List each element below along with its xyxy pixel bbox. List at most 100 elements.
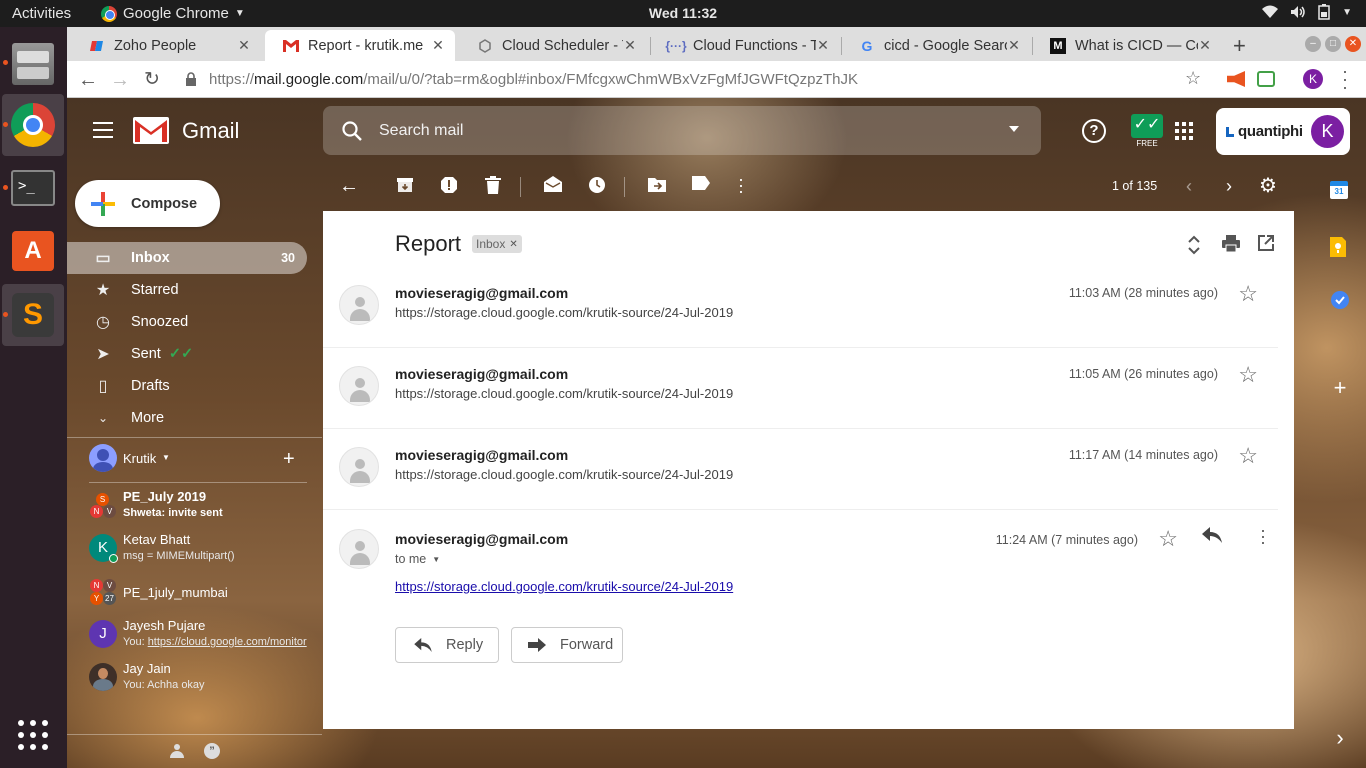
reply-button[interactable]: Reply xyxy=(395,627,499,663)
nav-drafts[interactable]: ▯ Drafts xyxy=(67,370,307,402)
close-icon[interactable]: ✕ xyxy=(431,37,445,54)
message-link[interactable]: https://cloud.google.com/monitor xyxy=(148,636,307,648)
search-bar[interactable] xyxy=(323,106,1041,155)
tasks-icon[interactable] xyxy=(1330,290,1350,310)
search-input[interactable] xyxy=(379,121,979,140)
star-icon[interactable]: ☆ xyxy=(1238,443,1258,469)
account-avatar[interactable]: K xyxy=(1311,115,1344,148)
search-options-icon[interactable] xyxy=(1009,126,1019,132)
calendar-icon[interactable]: 31 xyxy=(1330,181,1350,201)
extension-inbox-icon[interactable] xyxy=(1257,71,1275,87)
archive-icon[interactable] xyxy=(395,176,415,196)
close-icon[interactable]: ✕ xyxy=(1198,37,1212,54)
close-window-button[interactable]: ✕ xyxy=(1345,36,1361,52)
sublime-launcher[interactable]: S xyxy=(2,284,64,346)
nav-inbox[interactable]: ▭ Inbox 30 xyxy=(67,242,307,274)
close-icon[interactable]: ✕ xyxy=(237,37,251,54)
hangouts-quote-icon[interactable]: ” xyxy=(204,743,220,759)
older-chevron-icon[interactable]: › xyxy=(1219,176,1239,196)
message-more-icon[interactable]: · · · xyxy=(1260,521,1266,551)
expand-panel-chevron-icon[interactable]: › xyxy=(1330,727,1350,749)
tab-report[interactable]: Report - krutik.me ✕ xyxy=(265,30,455,61)
forward-arrow-icon[interactable]: → xyxy=(107,67,133,93)
hangout-pe-1july-mumbai[interactable]: N V Y 27 PE_1july_mumbai xyxy=(89,577,309,611)
keep-icon[interactable] xyxy=(1330,237,1350,257)
trash-icon[interactable] xyxy=(483,176,503,196)
snooze-clock-icon[interactable] xyxy=(587,176,607,196)
forward-button[interactable]: Forward xyxy=(511,627,623,663)
software-center-launcher[interactable]: A xyxy=(2,220,64,282)
main-menu-icon[interactable] xyxy=(93,122,113,143)
maximize-button[interactable]: □ xyxy=(1325,36,1341,52)
files-launcher[interactable] xyxy=(2,33,64,95)
address-bar[interactable]: https://mail.google.com/mail/u/0/?tab=rm… xyxy=(185,65,1185,93)
expand-all-icon[interactable] xyxy=(1187,235,1207,255)
message-row-collapsed[interactable]: movieseragig@gmail.com https://storage.c… xyxy=(323,267,1278,348)
reply-arrow-icon[interactable] xyxy=(1202,527,1222,548)
inbox-label-chip[interactable]: Inbox ✕ xyxy=(472,235,522,253)
sender-email[interactable]: movieseragig@gmail.com xyxy=(395,531,568,547)
free-extension-icon[interactable]: ✓✓ FREE xyxy=(1131,114,1163,148)
newer-chevron-icon[interactable]: ‹ xyxy=(1179,176,1199,196)
close-icon[interactable]: ✕ xyxy=(623,37,637,54)
chrome-launcher[interactable] xyxy=(2,94,64,156)
star-icon[interactable]: ☆ xyxy=(1238,362,1258,388)
inbox-icon: ▭ xyxy=(95,250,111,267)
hangout-jayesh-pujare[interactable]: J Jayesh Pujare You: https://cloud.googl… xyxy=(89,618,309,654)
message-row-collapsed[interactable]: movieseragig@gmail.com https://storage.c… xyxy=(323,429,1278,510)
remove-label-icon[interactable]: ✕ xyxy=(509,239,517,250)
hangout-pe-july[interactable]: S N V PE_July 2019 Shweta: invite sent xyxy=(89,489,309,525)
report-spam-icon[interactable] xyxy=(439,176,459,196)
extension-megaphone-icon[interactable] xyxy=(1227,71,1245,87)
reload-icon[interactable]: ↻ xyxy=(139,67,165,93)
move-to-icon[interactable] xyxy=(647,176,667,196)
tab-zoho-people[interactable]: Zoho People ✕ xyxy=(71,30,261,61)
message-row-collapsed[interactable]: movieseragig@gmail.com https://storage.c… xyxy=(323,348,1278,429)
open-new-window-icon[interactable] xyxy=(1258,235,1278,255)
contacts-person-icon[interactable] xyxy=(170,744,184,758)
gmail-logo[interactable]: Gmail xyxy=(133,117,239,144)
print-icon[interactable] xyxy=(1222,235,1242,255)
mark-unread-icon[interactable] xyxy=(543,176,563,196)
help-icon[interactable]: ? xyxy=(1082,119,1106,143)
system-tray[interactable]: ▼ xyxy=(1262,4,1352,20)
minimize-button[interactable]: – xyxy=(1305,36,1321,52)
nav-more[interactable]: ⌄ More xyxy=(67,402,307,434)
profile-avatar[interactable]: K xyxy=(1303,69,1323,89)
apps-grid-icon[interactable] xyxy=(1175,122,1193,145)
chrome-menu-icon[interactable]: · · · xyxy=(1342,62,1348,96)
activities-button[interactable]: Activities xyxy=(12,5,71,22)
settings-gear-icon[interactable]: ⚙ xyxy=(1258,176,1278,196)
nav-starred[interactable]: ★ Starred xyxy=(67,274,307,306)
tab-cloud-functions[interactable]: {···} Cloud Functions - T ✕ xyxy=(650,30,840,61)
hangout-ketav-bhatt[interactable]: K Ketav Bhatt msg = MIMEMultipart() xyxy=(89,532,309,568)
message-body-link[interactable]: https://storage.cloud.google.com/krutik-… xyxy=(395,579,733,594)
close-icon[interactable]: ✕ xyxy=(1007,37,1021,54)
hangouts-user[interactable]: Krutik ▼ xyxy=(89,442,289,472)
star-icon[interactable]: ☆ xyxy=(1158,526,1178,552)
back-to-inbox-icon[interactable]: ← xyxy=(339,176,359,196)
account-switcher[interactable]: quantiphi K xyxy=(1216,108,1350,155)
label-tag-icon[interactable] xyxy=(691,176,711,196)
show-applications-button[interactable] xyxy=(2,704,64,766)
star-icon[interactable]: ☆ xyxy=(1238,281,1258,307)
back-arrow-icon[interactable]: ← xyxy=(75,67,101,93)
add-contact-icon[interactable]: + xyxy=(283,448,295,471)
clock[interactable]: Wed 11:32 xyxy=(649,5,717,21)
hangout-jay-jain[interactable]: Jay Jain You: Achha okay xyxy=(89,661,309,697)
compose-button[interactable]: Compose xyxy=(75,180,220,227)
new-tab-button[interactable]: + xyxy=(1233,33,1246,59)
nav-sent[interactable]: ➤ Sent ✓✓ xyxy=(67,338,307,370)
bookmark-star-icon[interactable]: ☆ xyxy=(1185,68,1201,89)
more-options-icon[interactable]: · · · xyxy=(731,170,751,200)
add-on-plus-icon[interactable]: + xyxy=(1330,377,1350,399)
close-icon[interactable]: ✕ xyxy=(816,37,830,54)
terminal-launcher[interactable]: >_ xyxy=(2,157,64,219)
app-menu[interactable]: Google Chrome ▼ xyxy=(101,5,245,22)
tab-cloud-scheduler[interactable]: Cloud Scheduler - T ✕ xyxy=(459,30,647,61)
recipient-details[interactable]: to me ▼ xyxy=(395,552,440,566)
tab-what-is-cicd[interactable]: M What is CICD — Co ✕ xyxy=(1032,30,1222,61)
nav-snoozed[interactable]: ◷ Snoozed xyxy=(67,306,307,338)
tab-google-search[interactable]: G cicd - Google Searc ✕ xyxy=(841,30,1031,61)
search-icon[interactable] xyxy=(341,120,363,142)
